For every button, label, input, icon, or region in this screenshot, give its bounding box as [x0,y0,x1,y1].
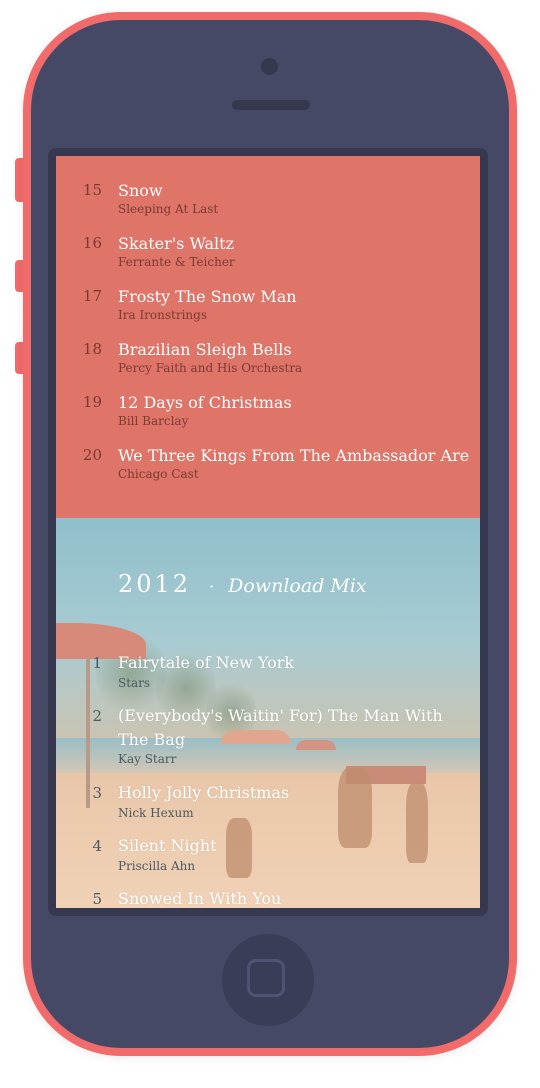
phone-mockup: 15 Snow Sleeping At Last 16 Skater's Wal… [0,0,540,1088]
track-artist: Priscilla Ahn [118,859,196,873]
track-number: 5 [92,890,102,908]
home-button[interactable] [222,934,314,1026]
track-number: 2 [92,707,102,725]
track-number: 15 [82,181,102,199]
download-mix-link[interactable]: Download Mix [228,575,366,597]
track-artist: Nick Hexum [118,806,194,820]
track-title[interactable]: 12 Days of Christmas [118,391,468,415]
track-number: 19 [82,393,102,411]
speaker-icon [232,100,310,110]
track-artist: Chicago Cast [118,467,199,481]
track-title[interactable]: Fairytale of New York [118,651,468,675]
home-button-icon [247,959,285,997]
camera-icon [261,58,278,75]
track-title[interactable]: (Everybody's Waitin' For) The Man With T… [118,704,468,752]
track-title[interactable]: Frosty The Snow Man [118,285,468,309]
mix-section: 2012 · Download Mix 1 Fairytale of New Yor… [56,518,480,908]
track-number: 18 [82,340,102,358]
track-title[interactable]: Silent Night [118,834,468,858]
track-title[interactable]: Holly Jolly Christmas [118,781,468,805]
track-artist: Sleeping At Last [118,202,219,216]
track-artist: Bill Barclay [118,414,189,428]
track-artist: Stars [118,676,151,690]
track-title[interactable]: Snowed In With You [118,887,468,908]
track-number: 4 [92,837,102,855]
track-artist: Percy Faith and His Orchestra [118,361,303,375]
app-screen: 15 Snow Sleeping At Last 16 Skater's Wal… [56,156,480,908]
track-title[interactable]: Snow [118,179,468,203]
track-number: 1 [92,654,102,672]
tracklist-section: 15 Snow Sleeping At Last 16 Skater's Wal… [56,156,480,518]
track-number: 17 [82,287,102,305]
track-artist: Ira Ironstrings [118,308,207,322]
track-artist: Kay Starr [118,752,177,766]
track-artist: Ferrante & Teicher [118,255,235,269]
track-title[interactable]: Skater's Waltz [118,232,468,256]
track-title[interactable]: Brazilian Sleigh Bells [118,338,468,362]
track-title[interactable]: We Three Kings From The Ambassador Are [118,444,469,468]
track-number: 20 [82,446,102,464]
mix-header: 2012 · Download Mix [118,570,367,598]
track-number: 3 [92,784,102,802]
mix-year: 2012 [118,570,192,598]
track-number: 16 [82,234,102,252]
umbrella-pole [86,658,90,808]
mix-separator: · [209,577,215,596]
